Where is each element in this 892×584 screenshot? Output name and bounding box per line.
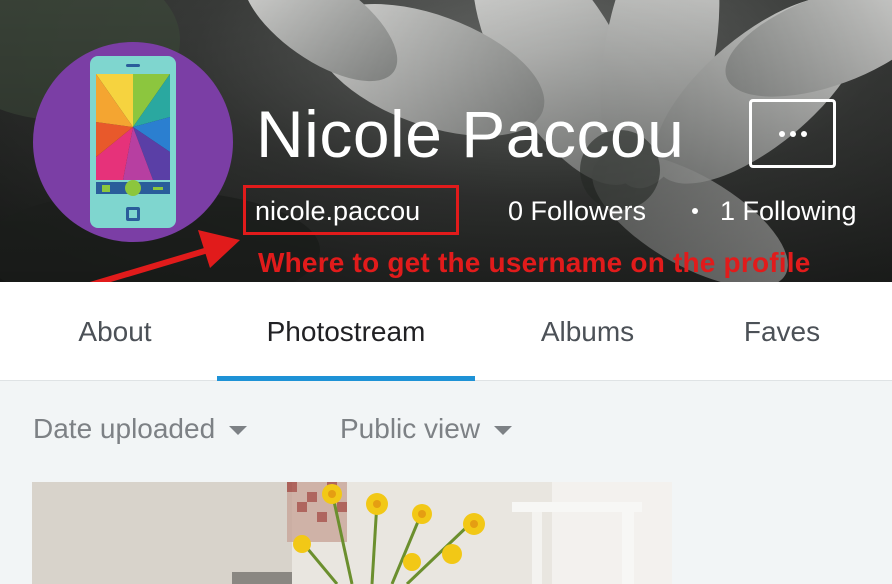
sort-dropdown-label: Date uploaded xyxy=(33,413,216,444)
separator-dot xyxy=(692,208,698,214)
view-dropdown-label: Public view xyxy=(340,413,481,444)
following-link[interactable]: 1 Following xyxy=(720,196,857,227)
more-dots-icon xyxy=(778,130,807,137)
avatar[interactable] xyxy=(33,42,233,242)
profile-tabs: About Photostream Albums Faves xyxy=(0,282,892,381)
sort-dropdown[interactable]: Date uploaded xyxy=(33,413,248,445)
daffodil-photo-image xyxy=(32,482,672,584)
active-tab-indicator xyxy=(217,376,475,381)
profile-name: Nicole Paccou xyxy=(256,97,685,171)
tab-about[interactable]: About xyxy=(40,282,190,381)
tab-albums[interactable]: Albums xyxy=(505,282,670,381)
profile-username: nicole.paccou xyxy=(255,196,421,226)
followers-link[interactable]: 0 Followers xyxy=(508,196,646,227)
tab-faves[interactable]: Faves xyxy=(712,282,852,381)
caret-down-icon xyxy=(494,426,513,435)
phone-avatar-icon xyxy=(90,56,176,228)
tab-photostream[interactable]: Photostream xyxy=(217,282,475,381)
view-dropdown[interactable]: Public view xyxy=(340,413,513,445)
annotation-text: Where to get the username on the profile xyxy=(258,247,811,278)
photo-thumbnail[interactable] xyxy=(32,482,672,584)
more-options-button[interactable] xyxy=(749,99,836,168)
caret-down-icon xyxy=(229,426,248,435)
